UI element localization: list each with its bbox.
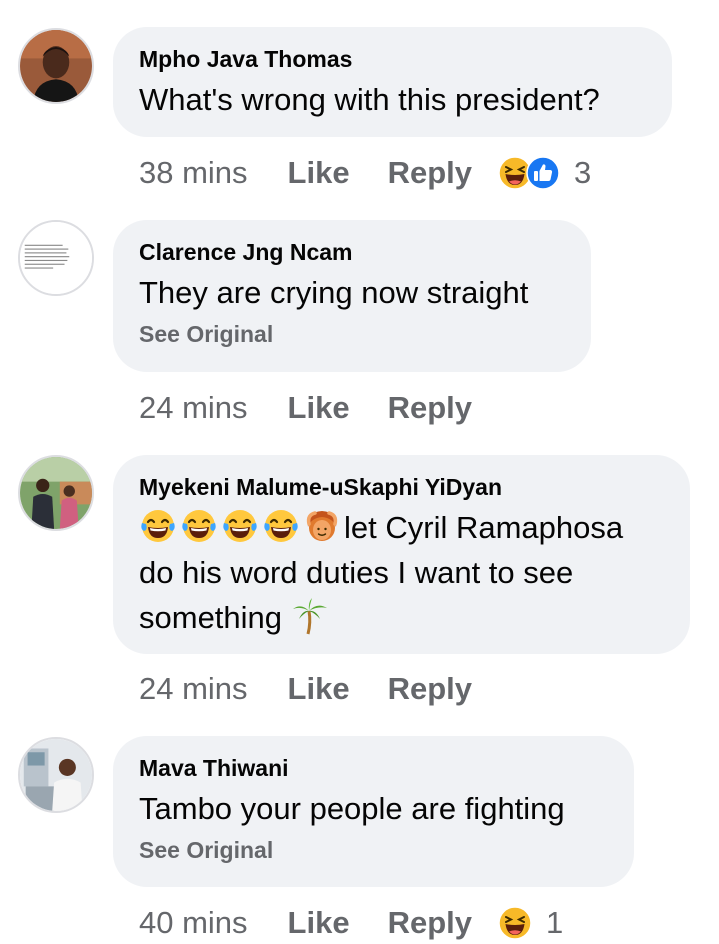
reply-button[interactable]: Reply (388, 905, 472, 941)
comment-bubble: Mpho Java Thomas What's wrong with this … (113, 27, 672, 137)
author-name[interactable]: Mpho Java Thomas (139, 45, 646, 73)
comment-actions: 40 mins Like Reply 1 (139, 903, 563, 943)
comment-bubble: Clarence Jng Ncam They are crying now st… (113, 220, 591, 372)
avatar-prayer-text-image (20, 222, 92, 294)
timestamp[interactable]: 24 mins (139, 390, 248, 426)
comment-text: They are crying now straight (139, 275, 529, 310)
comment-actions: 24 mins Like Reply (139, 388, 510, 428)
face-with-tears-of-joy-icon (221, 507, 259, 545)
comment-text-line-3: something (139, 600, 283, 635)
avatar[interactable] (18, 28, 94, 104)
avatar[interactable] (18, 220, 94, 296)
like-button[interactable]: Like (288, 390, 350, 426)
comment-actions: 38 mins Like Reply 3 (139, 153, 591, 193)
reaction-summary[interactable]: 3 (498, 155, 591, 191)
avatar-photo (20, 739, 92, 811)
timestamp[interactable]: 38 mins (139, 155, 248, 191)
like-reaction-icon (526, 156, 560, 190)
reaction-count: 3 (574, 155, 592, 190)
comment-text-line-1: let Cyril Ramaphosa (344, 510, 624, 545)
face-with-tears-of-joy-icon (139, 507, 177, 545)
see-original-link[interactable]: See Original (139, 835, 608, 865)
laughing-reaction-icon (498, 906, 532, 940)
avatar-photo (20, 457, 92, 529)
see-original-link[interactable]: See Original (139, 319, 565, 349)
like-button[interactable]: Like (288, 155, 350, 191)
comment-text-line-2: do his word duties I want to see (139, 555, 574, 590)
comment-bubble: Myekeni Malume-uSkaphi YiDyan let Cyril … (113, 455, 690, 654)
reaction-summary[interactable]: 1 (498, 905, 563, 941)
timestamp[interactable]: 24 mins (139, 671, 248, 707)
avatar[interactable] (18, 455, 94, 531)
author-name[interactable]: Mava Thiwani (139, 754, 608, 782)
like-button[interactable]: Like (288, 905, 350, 941)
face-with-tears-of-joy-icon (262, 507, 300, 545)
person-gesturing-ok-icon (303, 507, 341, 545)
comment-text: Tambo your people are fighting (139, 791, 565, 826)
timestamp[interactable]: 40 mins (139, 905, 248, 941)
face-with-tears-of-joy-icon (180, 507, 218, 545)
author-name[interactable]: Myekeni Malume-uSkaphi YiDyan (139, 473, 664, 501)
reply-button[interactable]: Reply (388, 155, 472, 191)
author-name[interactable]: Clarence Jng Ncam (139, 238, 565, 266)
comment-text: What's wrong with this president? (139, 82, 600, 117)
reply-button[interactable]: Reply (388, 671, 472, 707)
reaction-count: 1 (546, 905, 564, 940)
comment-actions: 24 mins Like Reply (139, 669, 510, 709)
comment-bubble: Mava Thiwani Tambo your people are fight… (113, 736, 634, 887)
palm-tree-icon (291, 597, 329, 635)
like-button[interactable]: Like (288, 671, 350, 707)
avatar[interactable] (18, 737, 94, 813)
reply-button[interactable]: Reply (388, 390, 472, 426)
avatar-photo (20, 30, 92, 102)
comment-text: let Cyril Ramaphosa do his word duties I… (139, 505, 664, 640)
